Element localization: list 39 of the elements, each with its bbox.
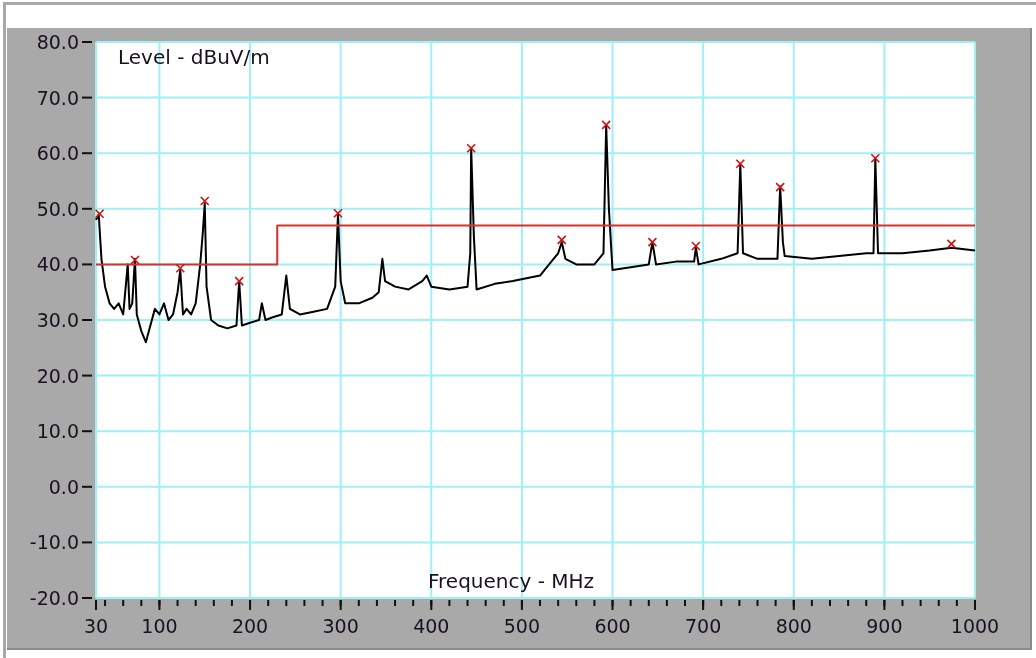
x-tick-label: 700 [685, 615, 722, 637]
x-tick-label: 30 [83, 615, 109, 637]
peak-marker [199, 196, 210, 206]
y-tick-label: 20.0 [36, 364, 79, 387]
y-tick-label: -20.0 [29, 587, 79, 609]
peak-marker [870, 153, 881, 163]
peak-marker [234, 276, 244, 286]
peak-marker [130, 255, 140, 265]
x-tick-label: 1000 [950, 615, 1000, 637]
peak-marker [647, 237, 658, 247]
x-axis-label: Frequency - MHz [428, 569, 595, 593]
y-tick-label: 60.0 [36, 142, 79, 165]
x-tick-label: 300 [322, 615, 359, 637]
y-tick-label: -10.0 [29, 531, 79, 554]
y-tick-label: 30.0 [36, 309, 79, 331]
x-tick-label: 900 [866, 615, 903, 637]
y-tick-label: 10.0 [36, 420, 79, 443]
y-tick-label: 80.0 [36, 31, 79, 53]
x-tick-label: 200 [231, 615, 269, 637]
peak-marker [175, 263, 186, 274]
y-tick-label: 0.0 [48, 475, 79, 498]
peak-marker [946, 239, 957, 249]
x-tick-label: 400 [413, 615, 450, 637]
x-tick-label: 100 [141, 615, 178, 637]
y-tick-label: 40.0 [36, 253, 79, 276]
peak-marker [333, 208, 343, 219]
peak-marker [775, 182, 785, 192]
peak-marker [735, 158, 746, 169]
peak-marker [691, 241, 701, 251]
y-tick-label: 70.0 [36, 86, 79, 109]
x-tick-label: 500 [503, 615, 541, 637]
y-tick-label: 50.0 [36, 197, 79, 220]
peak-marker [557, 235, 567, 245]
peak-marker [601, 120, 611, 130]
y-axis-label: Level - dBuV/m [118, 45, 270, 69]
peak-marker [94, 209, 105, 219]
peak-marker [466, 143, 476, 153]
x-tick-label: 800 [775, 615, 812, 637]
x-tick-label: 600 [594, 615, 631, 637]
